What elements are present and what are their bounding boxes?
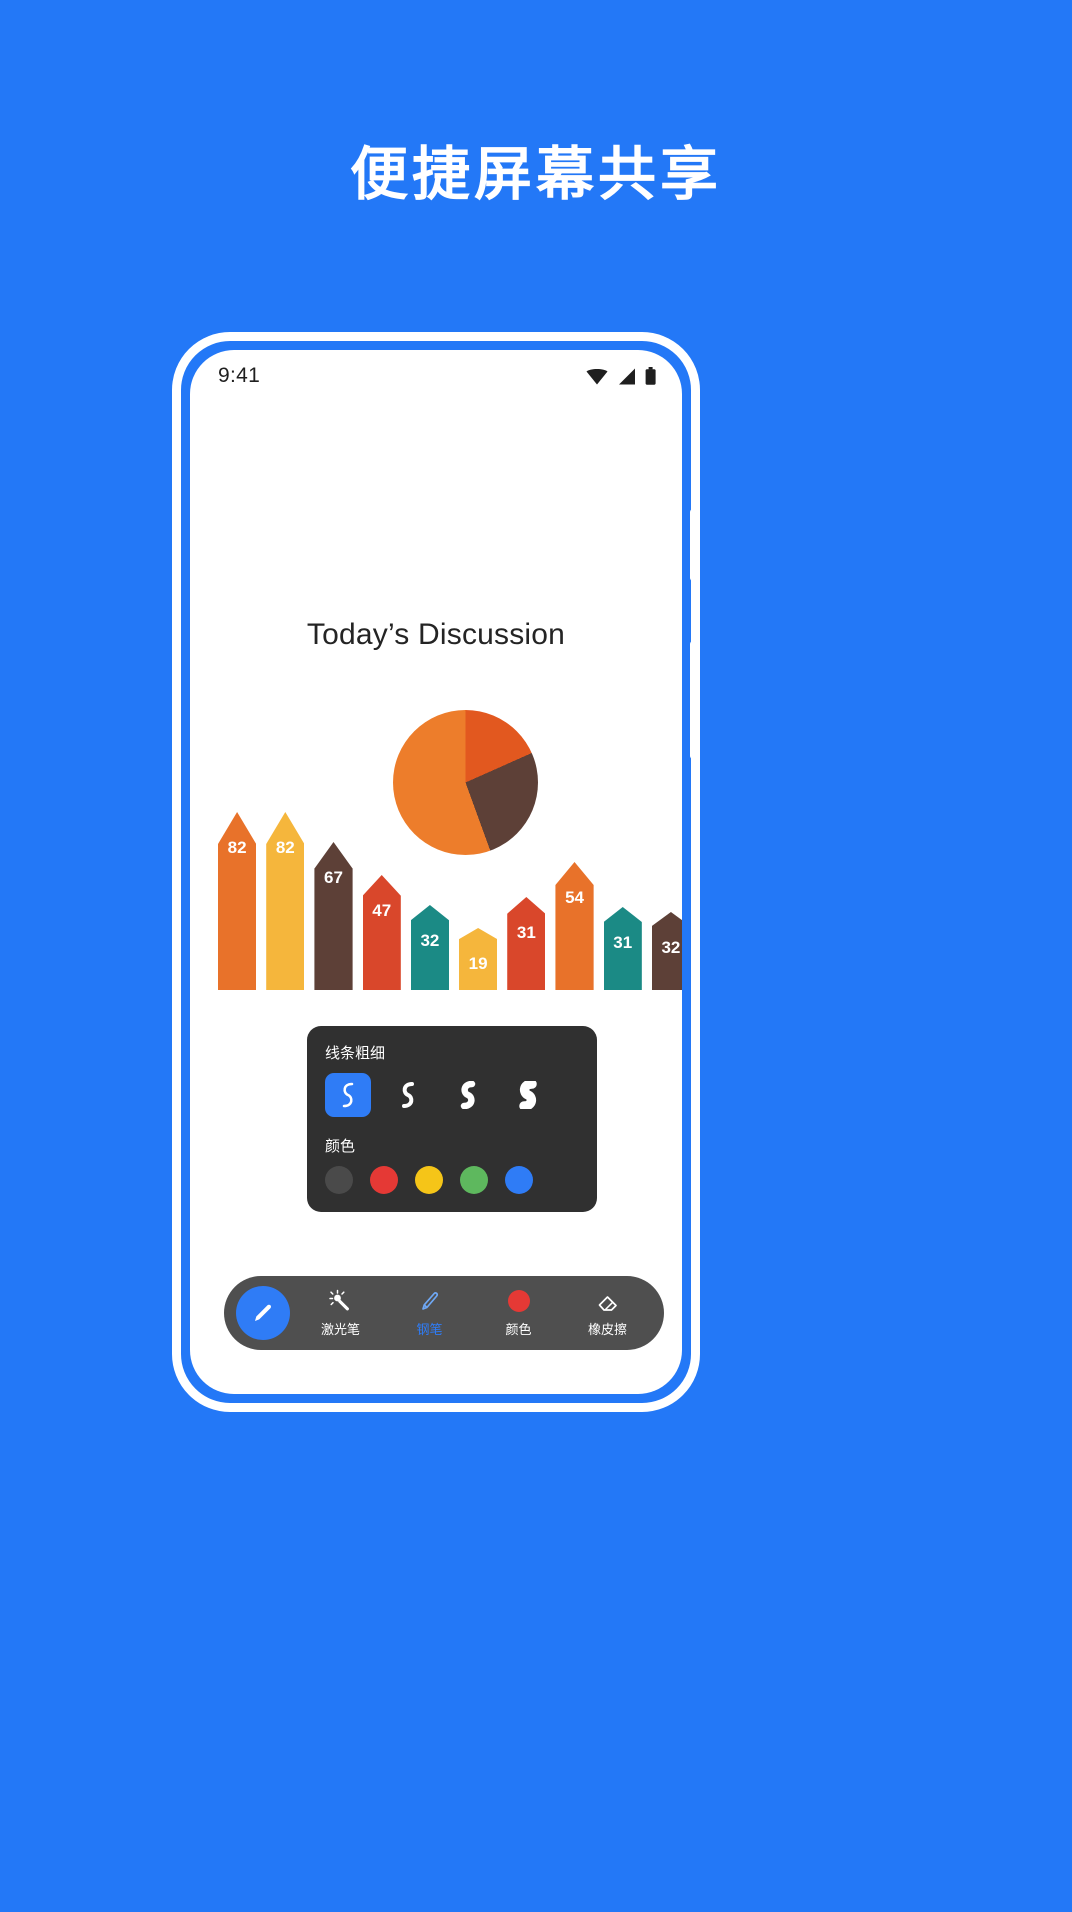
slide-title: Today’s Discussion <box>190 618 682 652</box>
bar-value-label: 32 <box>652 938 682 958</box>
active-pen-button[interactable] <box>236 1286 290 1340</box>
bar-item: 54 <box>555 862 593 990</box>
wifi-icon <box>586 368 608 385</box>
bar-value-label: 47 <box>363 901 401 921</box>
toolbar-item-laser-pointer[interactable]: 激光笔 <box>300 1288 382 1338</box>
toolbar-item-eraser[interactable]: 橡皮擦 <box>567 1288 649 1338</box>
stroke-extra-thick-icon <box>517 1081 539 1109</box>
phone-side-button-volume <box>690 509 696 581</box>
annotation-toolbar: 激光笔 钢笔 <box>224 1276 664 1350</box>
bar-item: 82 <box>218 812 256 990</box>
toolbar-label-pen: 钢笔 <box>416 1319 442 1338</box>
phone-screen: 9:41 Today’s Discussion <box>190 350 682 1394</box>
toolbar-label-laser-pointer: 激光笔 <box>321 1319 360 1338</box>
color-swatch-yellow[interactable] <box>415 1166 443 1194</box>
status-bar-time: 9:41 <box>218 364 260 388</box>
bar-value-label: 82 <box>266 838 304 858</box>
phone-side-button-power <box>690 641 696 759</box>
toolbar-items: 激光笔 钢笔 <box>296 1288 652 1338</box>
stroke-option-thick[interactable] <box>445 1073 491 1117</box>
phone-mockup-frame: 9:41 Today’s Discussion <box>172 332 700 1412</box>
tool-settings-panel: 线条粗细 <box>307 1026 597 1212</box>
color-options <box>325 1166 579 1194</box>
bar-item: 47 <box>363 875 401 990</box>
bar-item: 32 <box>411 905 449 990</box>
status-bar: 9:41 <box>190 350 682 402</box>
pen-icon <box>251 1301 275 1325</box>
status-bar-icons <box>586 367 656 385</box>
color-swatch-blue[interactable] <box>505 1166 533 1194</box>
laser-pointer-icon <box>329 1288 353 1314</box>
stroke-option-medium[interactable] <box>385 1073 431 1117</box>
toolbar-item-pen[interactable]: 钢笔 <box>389 1288 471 1338</box>
color-swatch-green[interactable] <box>460 1166 488 1194</box>
bar-value-label: 54 <box>555 888 593 908</box>
signal-icon <box>617 368 636 385</box>
bar-value-label: 31 <box>604 933 642 953</box>
color-dot-icon <box>508 1288 530 1314</box>
stroke-option-extra-thick[interactable] <box>505 1073 551 1117</box>
battery-icon <box>645 367 656 385</box>
color-swatch-gray[interactable] <box>325 1166 353 1194</box>
promo-page: 便捷屏幕共享 9:41 <box>0 0 1072 1912</box>
stroke-thickness-options <box>325 1073 579 1117</box>
color-swatch-red[interactable] <box>370 1166 398 1194</box>
stroke-thin-icon <box>338 1081 358 1109</box>
stroke-thickness-label: 线条粗细 <box>325 1042 579 1063</box>
stroke-option-thin[interactable] <box>325 1073 371 1117</box>
bar-item: 67 <box>314 842 352 990</box>
toolbar-label-color: 颜色 <box>505 1319 531 1338</box>
bar-item: 32 <box>652 912 682 990</box>
toolbar-label-eraser: 橡皮擦 <box>588 1319 627 1338</box>
stroke-thick-icon <box>458 1081 478 1109</box>
slide-chart-area: 82 82 67 47 <box>190 710 682 990</box>
page-title: 便捷屏幕共享 <box>0 140 1072 210</box>
fountain-pen-icon <box>418 1288 442 1314</box>
bar-item: 82 <box>266 812 304 990</box>
bar-value-label: 32 <box>411 931 449 951</box>
eraser-icon <box>596 1288 620 1314</box>
bar-chart: 82 82 67 47 <box>218 760 682 990</box>
stroke-medium-icon <box>398 1081 418 1109</box>
bar-item: 31 <box>507 897 545 990</box>
panel-pointer-arrow <box>442 1146 468 1162</box>
toolbar-item-color[interactable]: 颜色 <box>478 1288 560 1338</box>
bar-value-label: 31 <box>507 923 545 943</box>
bar-item: 31 <box>604 907 642 990</box>
bar-item: 19 <box>459 928 497 990</box>
bar-value-label: 82 <box>218 838 256 858</box>
bar-value-label: 67 <box>314 868 352 888</box>
bar-value-label: 19 <box>459 954 497 974</box>
